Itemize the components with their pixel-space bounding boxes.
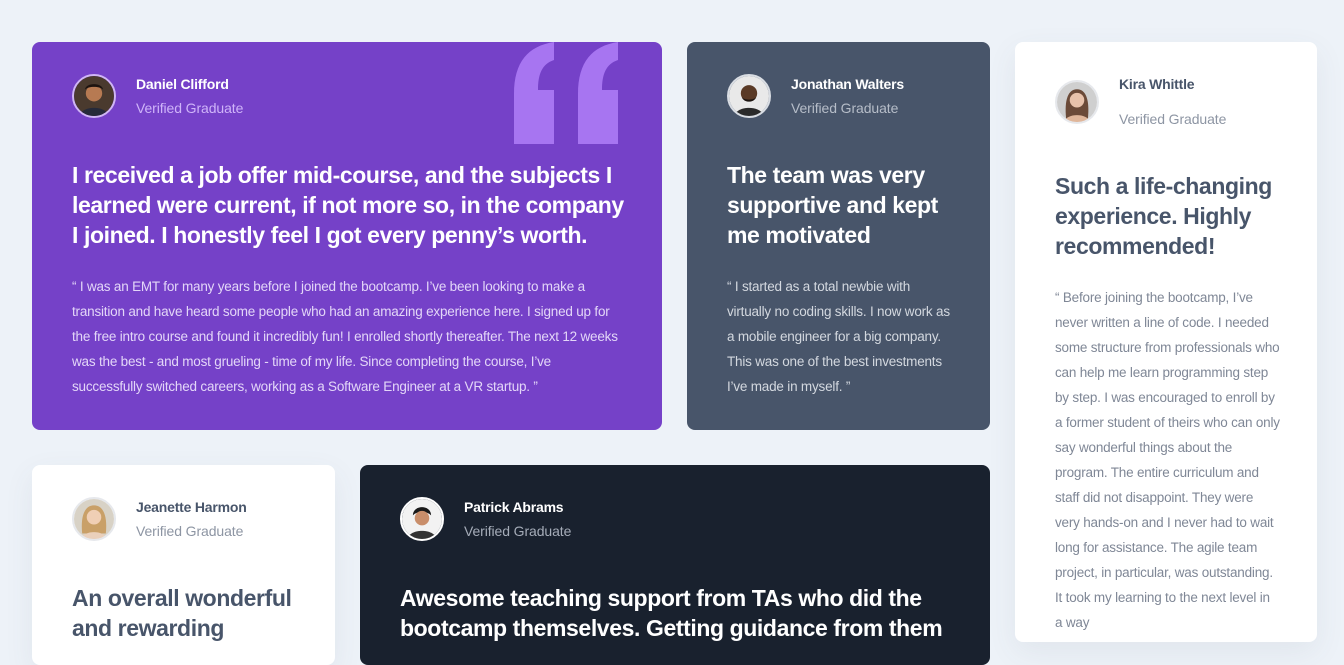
- avatar: [400, 497, 444, 541]
- author-name: Kira Whittle: [1119, 76, 1195, 92]
- testimonial-card-jeanette-harmon: Jeanette Harmon Verified Graduate An ove…: [32, 465, 335, 665]
- author-role: Verified Graduate: [1119, 111, 1227, 127]
- testimonial-card-jonathan-walters: Jonathan Walters Verified Graduate The t…: [687, 42, 990, 430]
- testimonial-headline: An overall wonderful and rewarding: [72, 585, 292, 641]
- avatar: [1055, 80, 1099, 124]
- avatar: [72, 497, 116, 541]
- author-role: Verified Graduate: [136, 100, 244, 116]
- testimonial-headline: Such a life-changing experience. Highly …: [1055, 173, 1272, 259]
- testimonial-body: “ I started as a total newbie with virtu…: [727, 279, 950, 394]
- avatar: [72, 74, 116, 118]
- author-role: Verified Graduate: [136, 523, 244, 539]
- testimonial-card-daniel-clifford: Daniel Clifford Verified Graduate I rece…: [32, 42, 662, 430]
- author-role: Verified Graduate: [791, 100, 899, 116]
- quotation-mark-icon: [514, 42, 618, 144]
- avatar: [727, 74, 771, 118]
- author-name: Jeanette Harmon: [136, 499, 247, 515]
- testimonial-body: “ I was an EMT for many years before I j…: [72, 279, 618, 394]
- testimonial-body: “ Before joining the bootcamp, I’ve neve…: [1055, 290, 1280, 630]
- author-name: Daniel Clifford: [136, 76, 229, 92]
- testimonial-card-kira-whittle: Kira Whittle Verified Graduate Such a li…: [1015, 42, 1317, 642]
- testimonial-headline: The team was very supportive and kept me…: [727, 162, 938, 248]
- author-name: Jonathan Walters: [791, 76, 904, 92]
- testimonial-headline: Awesome teaching support from TAs who di…: [400, 585, 943, 641]
- author-role: Verified Graduate: [464, 523, 572, 539]
- testimonial-card-patrick-abrams: Patrick Abrams Verified Graduate Awesome…: [360, 465, 990, 665]
- author-name: Patrick Abrams: [464, 499, 564, 515]
- testimonial-headline: I received a job offer mid-course, and t…: [72, 162, 624, 248]
